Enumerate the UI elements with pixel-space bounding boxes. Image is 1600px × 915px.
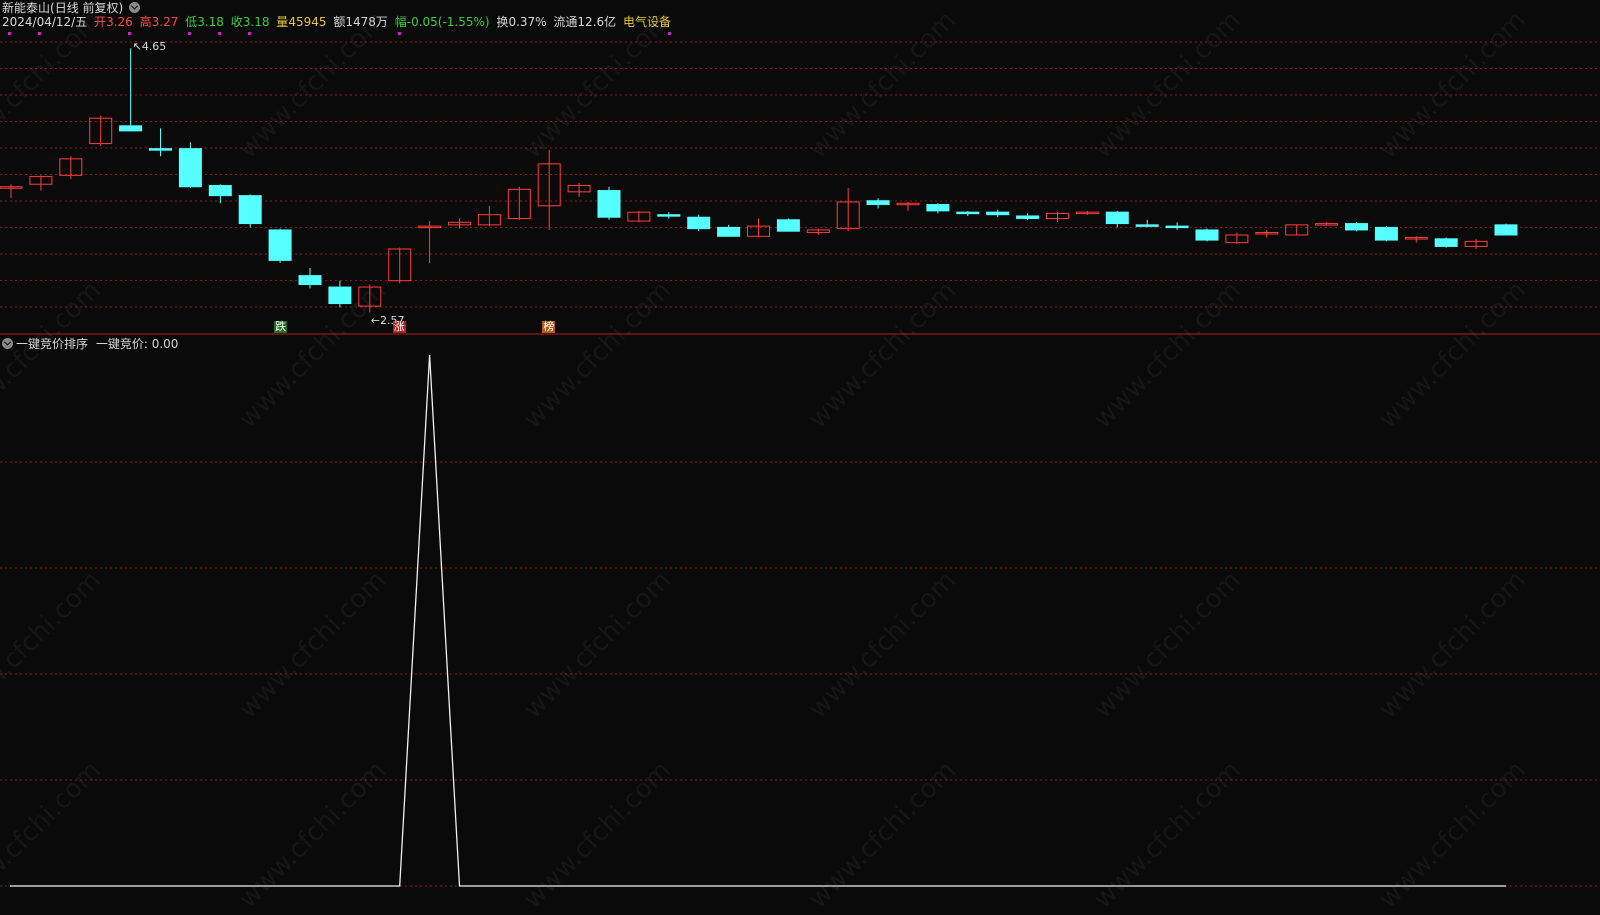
- candle-body: [1135, 224, 1159, 227]
- indicator-name: 一键竞价排序: [16, 337, 89, 351]
- candle-body: [597, 190, 621, 218]
- chevron-down-icon[interactable]: [2, 338, 13, 349]
- price-info-bar: 2024/04/12/五 开3.26 高3.27 低3.18 收3.18 量45…: [2, 15, 671, 29]
- candle-body: [1434, 238, 1458, 247]
- candle-body: [956, 211, 980, 215]
- turnover-value: 0.37%: [508, 15, 547, 29]
- signal-fall-badge: 跌: [274, 320, 288, 333]
- volume-label: 量: [276, 15, 289, 29]
- close-label: 收: [230, 15, 243, 29]
- candle-body: [268, 229, 292, 261]
- candle-body: [119, 125, 143, 132]
- candle-body: [986, 211, 1010, 216]
- marker-dot: [218, 32, 221, 35]
- candle-body: [238, 195, 262, 225]
- turnover-label: 换: [496, 15, 509, 29]
- candle-body: [1105, 211, 1129, 225]
- change-label: 幅: [394, 15, 407, 29]
- kline-chart[interactable]: [0, 0, 1600, 888]
- signal-rise-badge: 涨: [392, 320, 406, 333]
- float-value: 12.6亿: [577, 15, 617, 29]
- marker-dot: [398, 32, 401, 35]
- high-price-label: ↖4.65: [132, 40, 167, 54]
- candle-body: [298, 275, 322, 286]
- candle-body: [1345, 223, 1368, 231]
- marker-dot: [128, 32, 131, 35]
- candle-body: [717, 226, 741, 237]
- marker-dot: [38, 32, 41, 35]
- volume-value: 45945: [288, 15, 327, 29]
- chart-title: 新能泰山(日线 前复权): [2, 1, 141, 15]
- date-label: 2024/04/12/五: [2, 15, 88, 29]
- low-value: 3.18: [197, 15, 224, 29]
- indicator-title: 一键竞价排序 一键竞价: 0.00: [2, 337, 178, 351]
- stock-name: 新能泰山: [2, 1, 51, 15]
- candle-body: [178, 148, 202, 188]
- indicator-value: 一键竞价: 0.00: [95, 337, 179, 351]
- amount-value: 1478万: [345, 15, 388, 29]
- high-value: 3.27: [151, 15, 179, 29]
- candle-body: [149, 148, 172, 151]
- candle-body: [687, 216, 711, 230]
- candle-body: [208, 184, 232, 197]
- high-label: 高: [139, 15, 152, 29]
- sector-label: 电气设备: [622, 15, 671, 29]
- candle-body: [1374, 226, 1398, 241]
- marker-dot: [248, 32, 251, 35]
- indicator-line: [10, 354, 1506, 887]
- signal-list-badge: 榜: [542, 320, 556, 333]
- candle-body: [926, 204, 950, 212]
- marker-dot: [188, 32, 191, 35]
- period-label: (日线 前复权): [50, 1, 124, 15]
- marker-dot: [668, 32, 671, 35]
- candle-body: [776, 219, 800, 232]
- candle-body: [1016, 215, 1040, 219]
- candle-body: [866, 200, 890, 206]
- open-value: 3.26: [106, 15, 133, 29]
- candle-body: [1165, 225, 1189, 229]
- amount-label: 额: [333, 15, 346, 29]
- close-value: 3.18: [242, 15, 270, 29]
- marker-dot: [8, 32, 11, 35]
- chevron-down-icon[interactable]: [129, 2, 141, 13]
- low-label: 低: [185, 15, 198, 29]
- candle-body: [1195, 229, 1219, 241]
- float-label: 流通: [553, 15, 578, 29]
- open-label: 开: [94, 15, 107, 29]
- candle-body: [328, 286, 352, 305]
- change-value: -0.05(-1.55%): [406, 15, 490, 29]
- candle-body: [657, 214, 681, 217]
- candle-body: [1494, 224, 1518, 236]
